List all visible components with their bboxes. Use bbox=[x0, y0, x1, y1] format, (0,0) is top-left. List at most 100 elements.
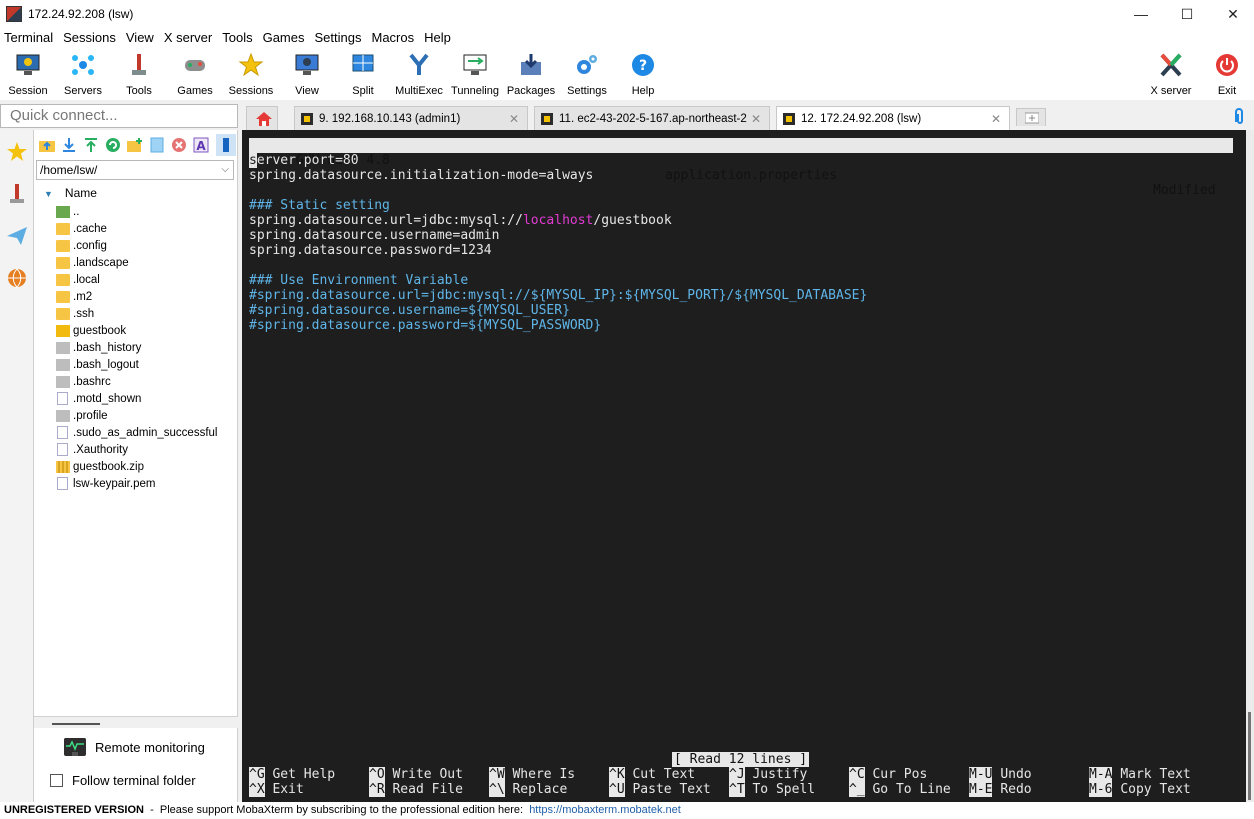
games-button[interactable]: Games bbox=[167, 50, 223, 98]
sidebar-tab-sftp[interactable] bbox=[2, 258, 32, 298]
session-button[interactable]: Session bbox=[0, 50, 56, 98]
split-button[interactable]: Split bbox=[335, 50, 391, 98]
menu-games[interactable]: Games bbox=[259, 28, 311, 48]
tunneling-button[interactable]: Tunneling bbox=[447, 50, 503, 98]
file-list-item[interactable]: .bash_logout bbox=[56, 356, 236, 373]
close-button[interactable]: ✕ bbox=[1210, 0, 1254, 28]
menu-help[interactable]: Help bbox=[420, 28, 457, 48]
paper-plane-icon bbox=[7, 227, 27, 245]
nano-shortcut: ^C Cur Pos bbox=[849, 767, 927, 782]
home-tab[interactable] bbox=[246, 106, 278, 130]
gamepad-icon bbox=[185, 60, 205, 71]
terminal-nano-editor[interactable]: GNU nano 4.8 application.properties Modi… bbox=[242, 130, 1246, 802]
view-button[interactable]: View bbox=[279, 50, 335, 98]
quick-connect-input[interactable]: Quick connect... bbox=[0, 104, 238, 128]
file-list-item[interactable]: .bash_history bbox=[56, 339, 236, 356]
delete-icon[interactable] bbox=[170, 136, 188, 154]
star-icon bbox=[7, 142, 27, 161]
menu-tools[interactable]: Tools bbox=[218, 28, 258, 48]
file-name: .motd_shown bbox=[73, 392, 142, 405]
remote-monitoring-button[interactable]: Remote monitoring bbox=[64, 738, 205, 756]
close-tab-icon[interactable]: ✕ bbox=[509, 112, 519, 126]
menu-macros[interactable]: Macros bbox=[367, 28, 420, 48]
help-button[interactable]: ? Help bbox=[615, 50, 671, 98]
shortcut-label: Undo bbox=[1000, 767, 1032, 782]
terminal-scrollbar[interactable] bbox=[1246, 130, 1254, 802]
tab-session-9[interactable]: 9. 192.168.10.143 (admin1) ✕ bbox=[294, 106, 528, 130]
close-tab-icon[interactable]: ✕ bbox=[991, 112, 1001, 126]
ssh-key-icon bbox=[783, 112, 795, 125]
file-list-item[interactable]: .Xauthority bbox=[56, 441, 236, 458]
file-list-item[interactable]: .m2 bbox=[56, 288, 236, 305]
file-list-item[interactable]: .bashrc bbox=[56, 373, 236, 390]
menu-settings[interactable]: Settings bbox=[311, 28, 368, 48]
mobatek-link[interactable]: https://mobaxterm.mobatek.net bbox=[529, 804, 681, 816]
file-line: spring.datasource.url=jdbc:mysql://local… bbox=[249, 213, 672, 228]
sidebar-tab-sessions[interactable] bbox=[2, 132, 32, 172]
refresh-icon[interactable] bbox=[104, 136, 122, 154]
menu-view[interactable]: View bbox=[122, 28, 160, 48]
sidebar-tab-tools[interactable] bbox=[2, 174, 32, 214]
file-name: guestbook.zip bbox=[73, 460, 144, 473]
file-list-item[interactable]: .cache bbox=[56, 220, 236, 237]
multiexec-button[interactable]: MultiExec bbox=[391, 50, 447, 98]
new-folder-icon[interactable] bbox=[126, 136, 144, 154]
file-list-item[interactable]: lsw-keypair.pem bbox=[56, 475, 236, 492]
splitter-grip bbox=[52, 723, 100, 725]
minimize-button[interactable]: — bbox=[1118, 0, 1164, 28]
shortcut-key: M-U bbox=[969, 767, 993, 782]
file-list-item[interactable]: .profile bbox=[56, 407, 236, 424]
shortcut-key: ^G bbox=[249, 767, 265, 782]
new-tab-button[interactable] bbox=[1016, 108, 1046, 126]
remote-path-field[interactable]: /home/lsw/⌵ bbox=[36, 160, 234, 180]
chevron-down-icon[interactable]: ⌵ bbox=[221, 161, 229, 179]
rename-icon[interactable]: A bbox=[192, 136, 210, 154]
file-list-item[interactable]: .motd_shown bbox=[56, 390, 236, 407]
download-icon[interactable] bbox=[60, 136, 78, 154]
shortcut-label: Read File bbox=[392, 782, 463, 797]
packages-button[interactable]: Packages bbox=[503, 50, 559, 98]
paperclip-icon[interactable] bbox=[1232, 108, 1246, 126]
nano-shortcut: M-U Undo bbox=[969, 767, 1032, 782]
sessions-button[interactable]: Sessions bbox=[223, 50, 279, 98]
nano-shortcut: ^X Exit bbox=[249, 782, 304, 797]
file-list: .. .cache .config .landscape .local .m2 .ssh gu… bbox=[56, 203, 236, 492]
menu-terminal[interactable]: Terminal bbox=[0, 28, 59, 48]
file-name: .profile bbox=[73, 409, 108, 422]
scrollbar-thumb[interactable] bbox=[1248, 712, 1251, 800]
exit-button[interactable]: Exit bbox=[1199, 50, 1254, 98]
menu-x-server[interactable]: X server bbox=[160, 28, 218, 48]
file-list-header[interactable]: ▼ Name bbox=[44, 186, 97, 200]
tab-session-12[interactable]: 12. 172.24.92.208 (lsw) ✕ bbox=[776, 106, 1010, 130]
tools-button[interactable]: Tools bbox=[111, 50, 167, 98]
maximize-button[interactable]: ☐ bbox=[1164, 0, 1210, 28]
file-list-item[interactable]: .landscape bbox=[56, 254, 236, 271]
file-list-item[interactable]: .. bbox=[56, 203, 236, 220]
sidebar-tab-macros[interactable] bbox=[2, 216, 32, 256]
support-message: - Please support MobaXterm by subscribin… bbox=[143, 804, 530, 816]
tab-session-11[interactable]: 11. ec2-43-202-5-167.ap-northeast-2 ✕ bbox=[534, 106, 770, 130]
file-list-item[interactable]: guestbook bbox=[56, 322, 236, 339]
panel-splitter[interactable] bbox=[34, 716, 238, 728]
file-list-item[interactable]: guestbook.zip bbox=[56, 458, 236, 475]
upload-icon[interactable] bbox=[82, 136, 100, 154]
servers-button[interactable]: Servers bbox=[55, 50, 111, 98]
settings-button[interactable]: Settings bbox=[559, 50, 615, 98]
new-file-icon[interactable] bbox=[148, 136, 166, 154]
file-list-item[interactable]: .sudo_as_admin_successful bbox=[56, 424, 236, 441]
home-icon bbox=[256, 111, 272, 126]
checkbox[interactable] bbox=[50, 774, 63, 787]
folder-icon bbox=[56, 307, 70, 320]
parent-folder-icon[interactable] bbox=[38, 136, 56, 154]
file-name: .bashrc bbox=[73, 375, 111, 388]
nano-shortcut: ^J Justify bbox=[729, 767, 807, 782]
terminal-follow-icon[interactable] bbox=[216, 134, 236, 156]
shortcut-key: M-E bbox=[969, 782, 993, 797]
file-list-item[interactable]: .local bbox=[56, 271, 236, 288]
close-tab-icon[interactable]: ✕ bbox=[751, 112, 761, 126]
file-list-item[interactable]: .ssh bbox=[56, 305, 236, 322]
follow-terminal-folder-checkbox[interactable]: Follow terminal folder bbox=[50, 773, 196, 788]
x-server-button[interactable]: X server bbox=[1143, 50, 1199, 98]
menu-sessions[interactable]: Sessions bbox=[59, 28, 122, 48]
file-list-item[interactable]: .config bbox=[56, 237, 236, 254]
